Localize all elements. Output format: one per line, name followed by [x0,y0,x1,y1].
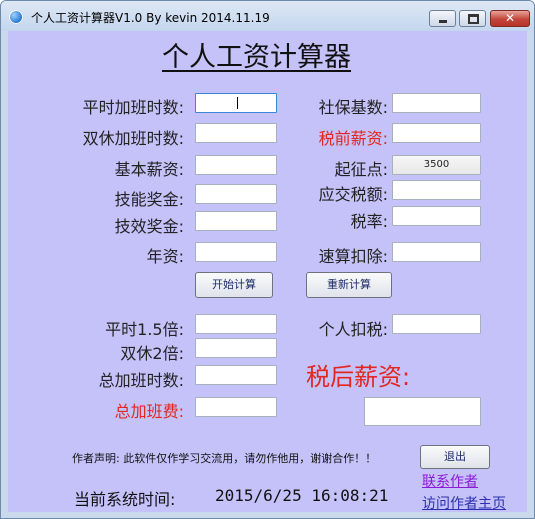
total-overtime-hours-output[interactable] [195,365,277,385]
personal-tax-output[interactable] [392,314,481,334]
total-overtime-hours-label: 总加班时数: [98,371,184,390]
recalculate-button[interactable]: 重新计算 [306,272,392,298]
weekday-overtime-input[interactable] [195,93,277,113]
weekend-2x-output[interactable] [195,338,277,358]
seniority-pay-label: 年资: [146,247,184,266]
calculator-panel: 个人工资计算器 平时加班时数: 双休加班时数: 基本薪资: 技能奖金: 技效奖金… [8,31,527,512]
personal-tax-label: 个人扣税: [318,320,388,339]
calculate-button[interactable]: 开始计算 [195,272,273,298]
pretax-salary-output[interactable] [392,123,481,143]
threshold-field[interactable]: 3500 [392,155,481,175]
weekday-overtime-label: 平时加班时数: [82,98,184,117]
exit-button[interactable]: 退出 [420,445,490,469]
window-title: 个人工资计算器V1.0 By kevin 2014.11.19 [31,11,270,25]
weekend-overtime-input[interactable] [195,123,277,143]
social-security-base-label: 社保基数: [318,98,388,117]
app-window: 个人工资计算器V1.0 By kevin 2014.11.19 ✕ 个人工资计算… [0,0,535,519]
skill-bonus-input[interactable] [195,184,277,204]
weekday-15x-output[interactable] [195,314,277,334]
quick-deduction-output[interactable] [392,242,481,262]
after-tax-salary-output[interactable] [364,397,481,426]
author-homepage-link[interactable]: 访问作者主页 [422,493,506,513]
text-caret [237,97,238,109]
clock-label: 当前系统时间: [74,490,176,509]
maximize-icon [468,14,479,24]
maximize-button[interactable] [459,10,486,27]
performance-bonus-label: 技效奖金: [114,217,184,236]
close-button[interactable]: ✕ [490,10,530,27]
author-disclaimer: 作者声明: 此软件仅作学习交流用，请勿作他用，谢谢合作！！ [72,452,377,465]
after-tax-salary-label: 税后薪资: [306,363,411,391]
quick-deduction-label: 速算扣除: [318,247,388,266]
skill-bonus-label: 技能奖金: [114,190,184,209]
pretax-salary-label: 税前薪资: [318,129,388,148]
performance-bonus-input[interactable] [195,211,277,231]
close-icon: ✕ [504,11,516,25]
contact-author-link[interactable]: 联系作者 [422,471,478,491]
tax-rate-output[interactable] [392,206,481,226]
app-heading: 个人工资计算器 [162,42,351,73]
total-overtime-pay-output[interactable] [195,397,277,417]
clock-value: 2015/6/25 16:08:21 [215,486,389,505]
base-salary-label: 基本薪资: [114,160,184,179]
weekend-2x-label: 双休2倍: [120,344,184,363]
tax-rate-label: 税率: [350,212,388,231]
threshold-label: 起征点: [334,160,388,179]
minimize-icon [439,20,447,23]
social-security-base-input[interactable] [392,93,481,113]
taxable-amount-output[interactable] [392,180,481,200]
taxable-amount-label: 应交税额: [318,185,388,204]
total-overtime-pay-label: 总加班费: [114,402,184,421]
weekend-overtime-label: 双休加班时数: [82,129,184,148]
weekday-15x-label: 平时1.5倍: [105,320,184,339]
title-bar[interactable]: 个人工资计算器V1.0 By kevin 2014.11.19 ✕ [1,1,534,31]
base-salary-input[interactable] [195,155,277,175]
minimize-button[interactable] [429,10,456,27]
app-icon [9,10,23,24]
seniority-pay-input[interactable] [195,242,277,262]
